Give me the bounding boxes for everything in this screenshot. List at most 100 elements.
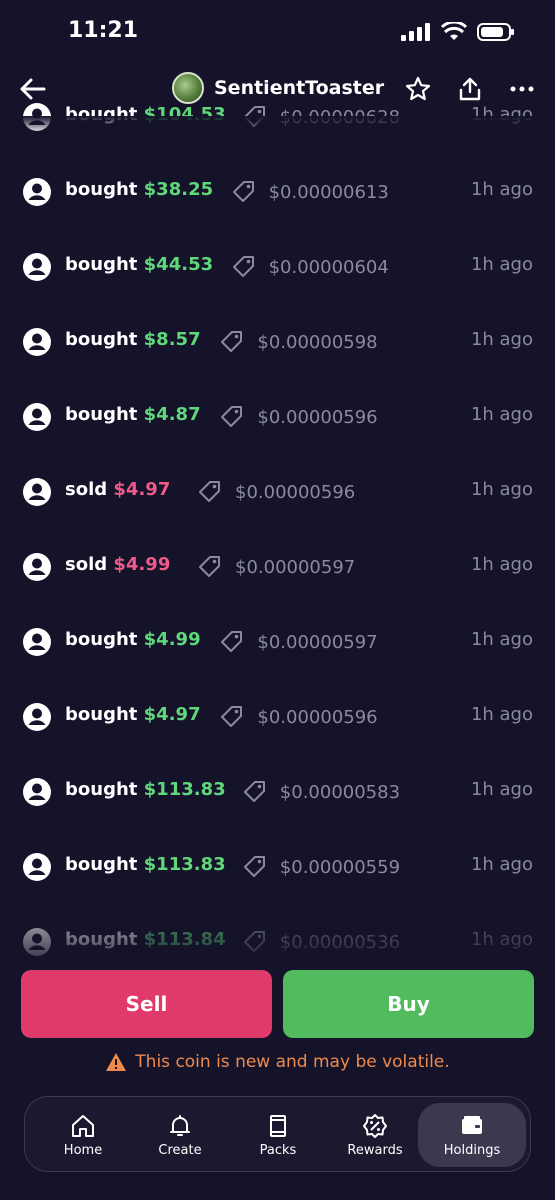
trade-time: 1h ago xyxy=(470,779,533,800)
nav-create[interactable]: Create xyxy=(135,1103,225,1167)
trade-time: 1h ago xyxy=(470,929,533,950)
trade-row[interactable]: bought $38.25 $0.00000613 1h ago xyxy=(0,173,555,213)
home-icon xyxy=(72,1114,94,1137)
trade-price: $0.00000597 xyxy=(197,554,355,580)
nav-home[interactable]: Home xyxy=(38,1103,128,1167)
user-avatar-icon xyxy=(23,253,51,281)
user-avatar-icon xyxy=(23,853,51,881)
trade-amount: $4.97 xyxy=(113,479,171,500)
trade-price: $0.00000583 xyxy=(242,779,400,805)
trade-action: bought xyxy=(65,629,138,650)
trade-price: $0.00000613 xyxy=(231,179,389,205)
trade-amount: $113.83 xyxy=(143,854,226,875)
nav-create-label: Create xyxy=(158,1142,202,1158)
wifi-icon xyxy=(441,22,467,40)
trade-time: 1h ago xyxy=(470,854,533,875)
nav-rewards[interactable]: Rewards xyxy=(330,1103,420,1167)
trade-action: bought xyxy=(65,854,138,875)
trade-price-value: $0.00000613 xyxy=(268,181,389,203)
trade-time: 1h ago xyxy=(470,554,533,575)
trade-row[interactable]: sold $4.99 $0.00000597 1h ago xyxy=(0,548,555,588)
trade-action: bought xyxy=(65,179,138,200)
volatility-warning: This coin is new and may be volatile. xyxy=(0,1052,555,1072)
bottom-nav: Home Create Packs Rewards Holdings xyxy=(24,1096,531,1172)
trade-description: bought $4.87 xyxy=(65,404,201,425)
trade-row[interactable]: bought $4.97 $0.00000596 1h ago xyxy=(0,698,555,738)
trade-price-value: $0.00000596 xyxy=(235,481,356,503)
trade-description: bought $4.99 xyxy=(65,629,201,650)
price-tag-icon xyxy=(232,181,254,202)
price-tag-icon xyxy=(232,256,254,277)
price-tag-icon xyxy=(221,706,243,727)
trade-action: bought xyxy=(65,704,138,725)
signal-icon xyxy=(401,23,430,41)
trade-description: bought $38.25 xyxy=(65,179,213,200)
status-icons xyxy=(401,22,515,42)
user-avatar-icon xyxy=(23,328,51,356)
trade-description: bought $4.97 xyxy=(65,704,201,725)
trade-price: $0.00000596 xyxy=(219,404,378,430)
trade-amount: $8.57 xyxy=(143,329,201,350)
trade-price: $0.00000596 xyxy=(219,704,378,730)
user-avatar-icon xyxy=(23,178,51,206)
trade-list[interactable]: bought $104.53 $0.00000628 1h ago bought… xyxy=(0,90,555,970)
status-bar: 11:21 xyxy=(0,0,555,62)
trade-price: $0.00000598 xyxy=(219,329,378,355)
price-tag-icon xyxy=(221,331,243,352)
trade-price-value: $0.00000596 xyxy=(257,406,378,428)
trade-row[interactable]: bought $44.53 $0.00000604 1h ago xyxy=(0,248,555,288)
list-top-fade xyxy=(0,116,555,134)
status-time: 11:21 xyxy=(68,18,139,43)
trade-time: 1h ago xyxy=(470,479,533,500)
trade-time: 1h ago xyxy=(470,404,533,425)
trade-row[interactable]: bought $113.84 $0.00000536 1h ago xyxy=(0,923,555,963)
trade-row[interactable]: bought $4.99 $0.00000597 1h ago xyxy=(0,623,555,663)
trade-amount: $4.99 xyxy=(143,629,201,650)
trade-description: bought $113.84 xyxy=(65,929,226,950)
trade-row[interactable]: bought $113.83 $0.00000559 1h ago xyxy=(0,848,555,888)
trade-row[interactable]: bought $113.83 $0.00000583 1h ago xyxy=(0,773,555,813)
trade-row[interactable]: bought $4.87 $0.00000596 1h ago xyxy=(0,398,555,438)
user-avatar-icon xyxy=(23,928,51,956)
price-tag-icon xyxy=(221,406,243,427)
warning-text: This coin is new and may be volatile. xyxy=(135,1052,450,1072)
nav-holdings-label: Holdings xyxy=(443,1142,501,1158)
trade-price-value: $0.00000583 xyxy=(279,781,401,803)
trade-amount: $4.99 xyxy=(113,554,171,575)
wallet-icon xyxy=(462,1115,482,1134)
trade-action: sold xyxy=(65,554,108,575)
trade-row[interactable]: sold $4.97 $0.00000596 1h ago xyxy=(0,473,555,513)
nav-rewards-label: Rewards xyxy=(347,1142,403,1158)
trade-price: $0.00000596 xyxy=(197,479,355,505)
trade-price-value: $0.00000536 xyxy=(279,931,401,953)
battery-icon xyxy=(477,23,514,41)
price-tag-icon xyxy=(221,631,243,652)
trade-time: 1h ago xyxy=(470,629,533,650)
trade-description: bought $113.83 xyxy=(65,854,226,875)
percent-badge-icon xyxy=(363,1113,387,1138)
nav-packs[interactable]: Packs xyxy=(233,1103,323,1167)
trade-amount: $44.53 xyxy=(143,254,214,275)
nav-holdings[interactable]: Holdings xyxy=(418,1103,526,1167)
trade-description: bought $8.57 xyxy=(65,329,201,350)
user-avatar-icon xyxy=(23,703,51,731)
trade-price: $0.00000559 xyxy=(242,854,400,880)
trade-price-value: $0.00000597 xyxy=(235,556,356,578)
buy-button[interactable]: Buy xyxy=(283,970,534,1038)
price-tag-icon xyxy=(243,931,265,952)
trade-price-value: $0.00000598 xyxy=(257,331,378,353)
trade-amount: $113.83 xyxy=(143,779,226,800)
trade-price-value: $0.00000597 xyxy=(257,631,378,653)
trade-row[interactable]: bought $8.57 $0.00000598 1h ago xyxy=(0,323,555,363)
trade-price-value: $0.00000596 xyxy=(257,706,378,728)
trade-time: 1h ago xyxy=(470,254,533,275)
trade-amount: $113.84 xyxy=(143,929,226,950)
trade-price: $0.00000604 xyxy=(231,254,389,280)
trade-amount: $4.97 xyxy=(143,704,201,725)
nav-packs-label: Packs xyxy=(259,1142,297,1158)
trade-time: 1h ago xyxy=(470,329,533,350)
trade-price-value: $0.00000559 xyxy=(279,856,401,878)
trade-description: bought $113.83 xyxy=(65,779,226,800)
sell-button[interactable]: Sell xyxy=(21,970,272,1038)
price-tag-icon xyxy=(199,556,220,577)
